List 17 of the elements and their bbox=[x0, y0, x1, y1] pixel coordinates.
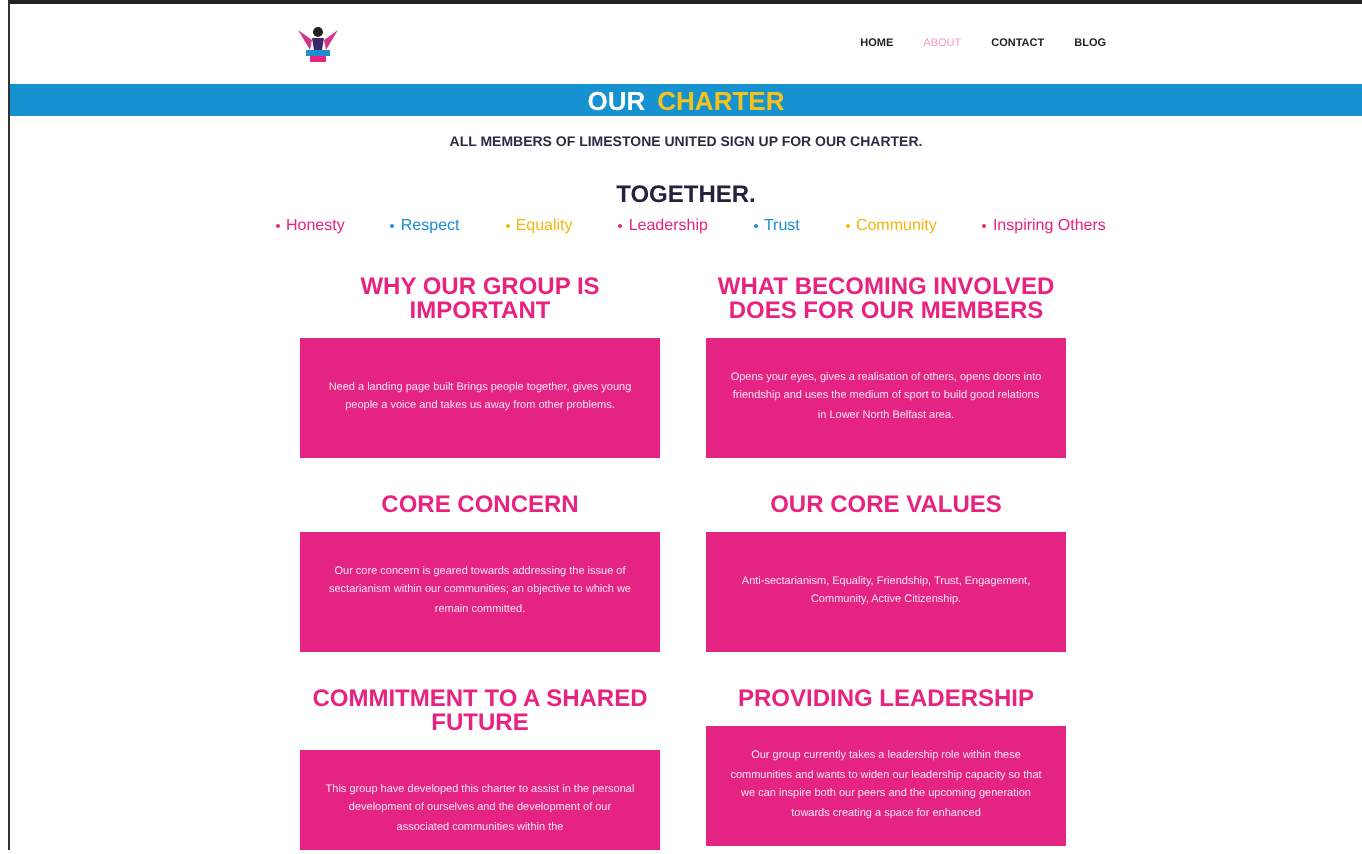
section-heading: WHY OUR GROUP IS IMPORTANT bbox=[358, 274, 602, 322]
section-heading: OUR CORE VALUES bbox=[768, 492, 1004, 516]
value-label: Respect bbox=[400, 216, 460, 234]
section-heading: COMMITMENT TO A SHARED FUTURE bbox=[310, 686, 650, 734]
section-heading: PROVIDING LEADERSHIP bbox=[735, 686, 1037, 710]
together-heading: TOGETHER. bbox=[614, 180, 758, 208]
value-label: Community bbox=[855, 216, 937, 234]
value-label: Trust bbox=[763, 216, 800, 234]
section-heading: CORE CONCERN bbox=[379, 492, 581, 516]
value-label: Inspiring Others bbox=[992, 216, 1106, 234]
banner-title-accent: CHARTER bbox=[657, 85, 785, 115]
value-label: Leadership bbox=[628, 216, 708, 234]
value-label: Equality bbox=[515, 216, 573, 234]
section-heading: WHAT BECOMING INVOLVED DOES FOR OUR MEMBERS bbox=[715, 274, 1057, 322]
value-label: Honesty bbox=[286, 216, 345, 234]
logo-icon[interactable] bbox=[296, 24, 340, 64]
banner-title: OUR bbox=[587, 85, 646, 115]
